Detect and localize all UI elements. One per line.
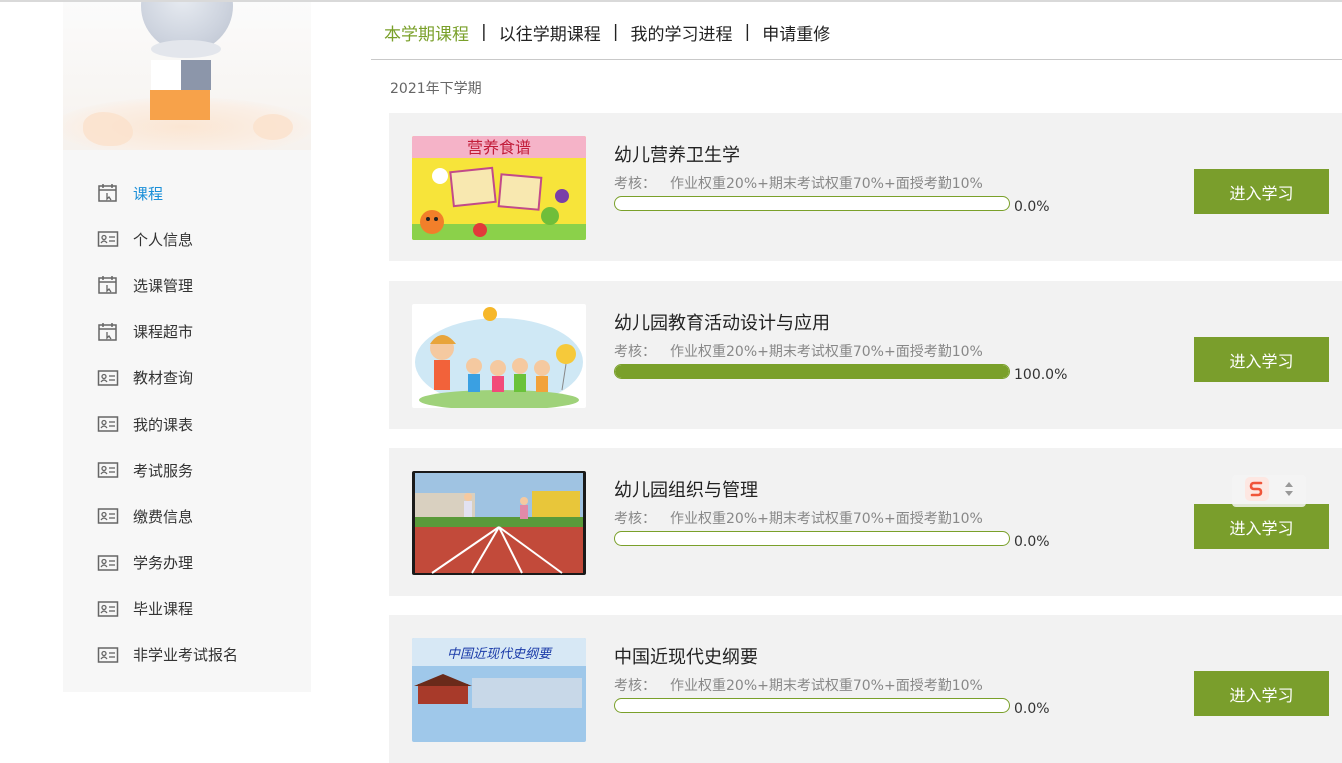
enter-study-button[interactable]: 进入学习 [1194, 337, 1329, 382]
tab-separator: | [744, 22, 751, 42]
sidebar-item-label: 课程超市 [133, 323, 194, 342]
sidebar-item-label: 教材查询 [133, 369, 194, 388]
course-title[interactable]: 幼儿营养卫生学 [614, 141, 740, 167]
sidebar: 课程 个人信息 选课管理 课程超市 教材查询 我的课表 考试服务 缴费信息 学务… [63, 2, 311, 692]
course-card: 中国近现代史纲要 中国近现代史纲要 考核： 作业权重20%+期末考试权重70%+面… [389, 615, 1342, 763]
progress-percent: 100.0% [1014, 367, 1068, 383]
id-card-icon [97, 413, 119, 435]
id-card-icon [97, 228, 119, 250]
course-assessment: 考核： 作业权重20%+期末考试权重70%+面授考勤10% [614, 341, 983, 361]
thumb-caption: 营养食谱 [467, 138, 531, 157]
progress-bar [614, 364, 1010, 379]
enter-study-button[interactable]: 进入学习 [1194, 169, 1329, 214]
course-card: 幼儿园教育活动设计与应用 考核： 作业权重20%+期末考试权重70%+面授考勤10… [389, 281, 1342, 429]
course-tabs: 本学期课程 | 以往学期课程 | 我的学习进程 | 申请重修 [384, 20, 830, 45]
tab-learning-progress[interactable]: 我的学习进程 [630, 20, 732, 45]
sidebar-item-course-market[interactable]: 课程超市 [63, 309, 311, 355]
course-thumbnail[interactable] [412, 471, 586, 575]
progress-bar [614, 531, 1010, 546]
sidebar-item-my-schedule[interactable]: 我的课表 [63, 401, 311, 447]
id-card-icon [97, 505, 119, 527]
sidebar-item-label: 我的课表 [133, 415, 194, 434]
sidebar-item-courses[interactable]: 课程 [63, 170, 311, 216]
sidebar-item-label: 选课管理 [133, 276, 194, 295]
term-label: 2021年下学期 [390, 81, 482, 97]
progress-percent: 0.0% [1014, 199, 1050, 215]
course-title[interactable]: 幼儿园教育活动设计与应用 [614, 309, 830, 335]
tab-divider [371, 59, 1342, 60]
assessment-value: 作业权重20%+期末考试权重70%+面授考勤10% [670, 511, 983, 527]
sidebar-item-course-selection[interactable]: 选课管理 [63, 262, 311, 308]
ime-widget[interactable] [1232, 475, 1306, 507]
calendar-icon [97, 321, 119, 343]
tab-separator: | [481, 22, 487, 42]
tab-past-terms[interactable]: 以往学期课程 [499, 20, 601, 45]
course-assessment: 考核： 作业权重20%+期末考试权重70%+面授考勤10% [614, 675, 983, 695]
sidebar-item-exam-service[interactable]: 考试服务 [63, 447, 311, 493]
sidebar-item-graduation-courses[interactable]: 毕业课程 [63, 586, 311, 632]
sidebar-item-label: 考试服务 [133, 461, 194, 480]
progress-percent: 0.0% [1014, 534, 1050, 550]
assessment-label: 考核： [614, 176, 656, 192]
assessment-value: 作业权重20%+期末考试权重70%+面授考勤10% [670, 176, 983, 192]
course-card: 营养食谱 幼儿营养卫生学 考核： 作业权重20%+期末考试权重70%+面授考勤10… [389, 113, 1342, 261]
sogou-logo-icon [1244, 476, 1270, 506]
progress-percent: 0.0% [1014, 701, 1050, 717]
calendar-icon [97, 182, 119, 204]
sidebar-item-personal-info[interactable]: 个人信息 [63, 216, 311, 262]
sidebar-item-label: 课程 [133, 184, 164, 203]
course-thumbnail[interactable]: 营养食谱 [412, 136, 586, 240]
sidebar-item-non-academic-exam-signup[interactable]: 非学业考试报名 [63, 632, 311, 678]
assessment-label: 考核： [614, 344, 656, 360]
id-card-icon [97, 552, 119, 574]
sidebar-item-label: 非学业考试报名 [133, 646, 239, 665]
id-card-icon [97, 459, 119, 481]
id-card-icon [97, 367, 119, 389]
tab-apply-retake[interactable]: 申请重修 [762, 20, 830, 45]
calendar-icon [97, 274, 119, 296]
course-card: 幼儿园组织与管理 考核： 作业权重20%+期末考试权重70%+面授考勤10% 0.… [389, 448, 1342, 596]
sidebar-nav: 课程 个人信息 选课管理 课程超市 教材查询 我的课表 考试服务 缴费信息 学务… [63, 150, 311, 678]
id-card-icon [97, 644, 119, 666]
thumb-caption: 中国近现代史纲要 [447, 647, 553, 662]
enter-study-button[interactable]: 进入学习 [1194, 504, 1329, 549]
id-card-icon [97, 598, 119, 620]
sidebar-item-label: 学务办理 [133, 554, 194, 573]
course-title[interactable]: 幼儿园组织与管理 [614, 476, 758, 502]
sidebar-item-payment-info[interactable]: 缴费信息 [63, 493, 311, 539]
tab-current-term[interactable]: 本学期课程 [384, 20, 469, 45]
course-assessment: 考核： 作业权重20%+期末考试权重70%+面授考勤10% [614, 508, 983, 528]
course-assessment: 考核： 作业权重20%+期末考试权重70%+面授考勤10% [614, 173, 983, 193]
widget-toggle-icon[interactable] [1284, 480, 1294, 502]
sidebar-item-label: 缴费信息 [133, 507, 194, 526]
tab-separator: | [612, 22, 619, 42]
enter-study-button[interactable]: 进入学习 [1194, 671, 1329, 716]
sidebar-item-label: 个人信息 [133, 230, 194, 249]
sidebar-item-label: 毕业课程 [133, 600, 194, 619]
assessment-label: 考核： [614, 511, 656, 527]
course-title[interactable]: 中国近现代史纲要 [614, 643, 758, 669]
course-thumbnail[interactable]: 中国近现代史纲要 [412, 638, 586, 742]
course-thumbnail[interactable] [412, 304, 586, 408]
sidebar-item-academic-affairs[interactable]: 学务办理 [63, 540, 311, 586]
progress-bar [614, 698, 1010, 713]
sidebar-item-textbook-query[interactable]: 教材查询 [63, 355, 311, 401]
avatar [63, 2, 311, 150]
assessment-value: 作业权重20%+期末考试权重70%+面授考勤10% [670, 344, 983, 360]
progress-bar [614, 196, 1010, 211]
